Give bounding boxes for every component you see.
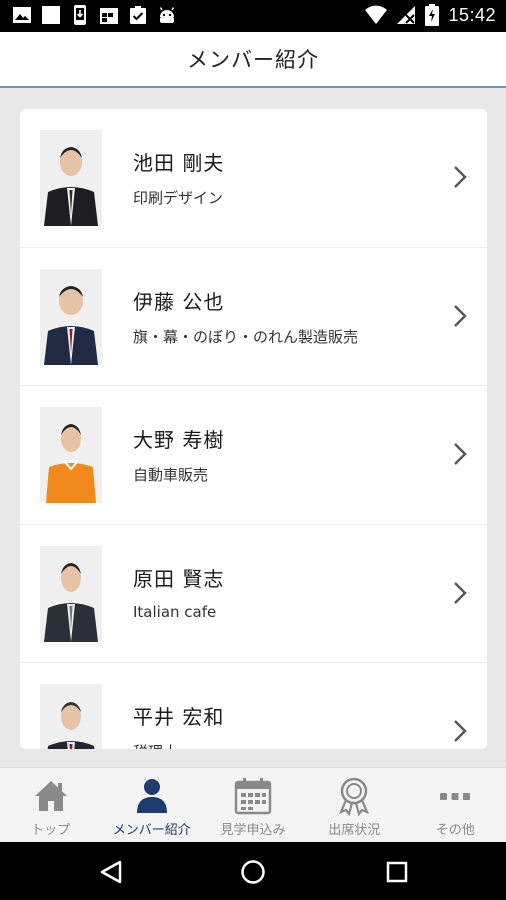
status-time: 15:42	[448, 4, 496, 25]
member-photo	[40, 407, 102, 503]
member-photo	[40, 684, 102, 749]
wifi-icon	[365, 5, 388, 24]
member-row[interactable]: 伊藤 公也 旗・幕・のぼり・のれん製造販売	[20, 248, 487, 386]
no-signal-icon	[397, 6, 416, 24]
member-row[interactable]: 池田 剛夫 印刷デザイン	[20, 109, 487, 248]
member-photo	[40, 268, 102, 365]
member-job: 旗・幕・のぼり・のれん製造販売	[133, 327, 359, 346]
member-job: 自動車販売	[133, 466, 209, 484]
battery-charging-icon	[425, 4, 440, 26]
nav-label-members: メンバー紹介	[112, 823, 191, 838]
member-job: 印刷デザイン	[133, 189, 224, 207]
app-bar: メンバー紹介	[0, 32, 506, 88]
back-icon[interactable]	[98, 859, 124, 885]
chevron-right-icon	[454, 720, 467, 742]
member-row[interactable]: 大野 寿樹 自動車販売	[20, 386, 487, 525]
member-job: Italian cafe	[133, 602, 217, 621]
android-icon	[159, 7, 175, 23]
member-name: 池田 剛夫	[133, 151, 225, 175]
chevron-right-icon	[454, 581, 467, 604]
nav-label-more: その他	[435, 823, 475, 838]
page-title: メンバー紹介	[187, 48, 319, 72]
nav-label-attendance: 出席状況	[328, 823, 381, 838]
member-name: 大野 寿樹	[133, 428, 225, 452]
member-name: 伊藤 公也	[133, 289, 225, 314]
person-icon	[136, 779, 167, 813]
member-photo	[40, 130, 102, 226]
status-icons-right: 15:42	[365, 4, 496, 26]
blank-square-icon	[42, 6, 60, 24]
nav-item-members[interactable]: メンバー紹介	[101, 768, 202, 842]
member-name: 原田 賢志	[133, 566, 225, 591]
nav-item-more[interactable]: その他	[405, 768, 506, 842]
member-list-card: 池田 剛夫 印刷デザイン 伊藤 公也 旗・幕・のぼり・のれん製造販売 大野 寿樹…	[20, 109, 487, 749]
recents-icon[interactable]	[384, 859, 410, 885]
member-name: 平井 宏和	[133, 705, 225, 729]
chevron-right-icon	[454, 443, 467, 465]
image-icon	[13, 7, 31, 23]
bottom-nav: トップ メンバー紹介 見学申込み 出席状況 その他	[0, 767, 506, 842]
clipboard-check-icon	[130, 6, 146, 24]
member-photo	[40, 545, 102, 642]
home-icon	[34, 781, 67, 811]
nav-label-top: トップ	[31, 823, 71, 838]
nav-item-top[interactable]: トップ	[0, 768, 101, 842]
chevron-right-icon	[454, 166, 467, 188]
status-icons-left	[12, 5, 177, 25]
award-badge-icon	[339, 777, 370, 816]
status-bar: 15:42	[0, 0, 506, 32]
member-job: 税理士	[133, 741, 178, 749]
more-dots-icon	[440, 793, 471, 800]
nav-item-attendance[interactable]: 出席状況	[304, 768, 405, 842]
home-circle-icon[interactable]	[240, 859, 266, 885]
member-row[interactable]: 平井 宏和 税理士	[20, 663, 487, 749]
calendar-icon	[100, 8, 118, 24]
member-list-container[interactable]: 池田 剛夫 印刷デザイン 伊藤 公也 旗・幕・のぼり・のれん製造販売 大野 寿樹…	[0, 90, 506, 767]
chevron-right-icon	[454, 304, 467, 327]
phone-download-icon	[74, 5, 86, 25]
system-nav-bar	[0, 842, 506, 900]
member-row[interactable]: 原田 賢志 Italian cafe	[20, 525, 487, 663]
nav-item-visit[interactable]: 見学申込み	[202, 768, 303, 842]
nav-label-visit: 見学申込み	[220, 823, 286, 838]
calendar-icon	[234, 778, 272, 815]
